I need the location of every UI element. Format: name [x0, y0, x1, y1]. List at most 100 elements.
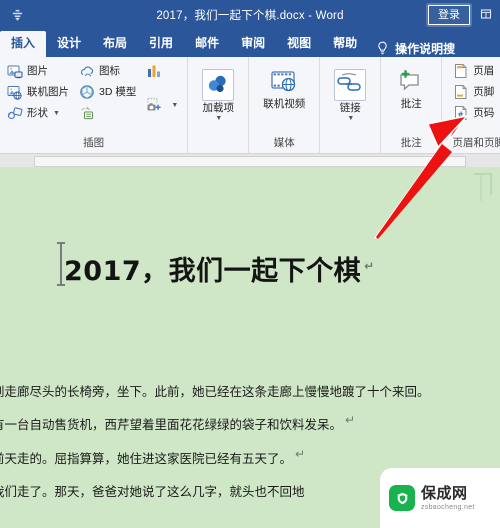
page-number-label: 页码 [473, 107, 495, 119]
online-video-button[interactable]: 联机视频 [254, 66, 314, 113]
ribbon-group-header-footer: 页眉 ▼ 页脚 ▼ [442, 57, 500, 153]
paragraph-text: 前天走的。屈指算算，她住进这家医院已经有五天了。 [0, 451, 293, 467]
icons-label: 图标 [99, 65, 120, 77]
group-label-media: 媒体 [273, 137, 295, 149]
site-watermark: 保成网 zsbaocheng.net [380, 468, 500, 528]
link-label: 链接 [339, 102, 361, 114]
paragraph-mark: ↵ [345, 413, 356, 427]
ribbon-insert-tab-content: 图片 联机图片 形状 ▼ 图标 3D 模型 ▼ 插图 加载项 ▼ 联机视频 媒体… [0, 57, 500, 154]
illustrations-column-2: 图标 3D 模型 [77, 61, 140, 123]
tab-review[interactable]: 审阅 [230, 31, 276, 57]
pictures-button[interactable]: 图片 [5, 61, 73, 81]
ribbon-group-comments: 批注 批注 [381, 57, 443, 153]
page-number-button[interactable]: # 页码 ▼ [451, 103, 500, 123]
quick-access-toolbar-dropdown-icon[interactable] [0, 0, 34, 30]
paragraph-text: 到走廊尽头的长椅旁，坐下。此前，她已经在这条走廊上慢慢地踱了十个来回。 [0, 384, 430, 400]
chevron-down-icon[interactable]: ▼ [347, 115, 354, 122]
chevron-down-icon[interactable]: ▼ [171, 102, 178, 109]
footer-button[interactable]: 页脚 ▼ [451, 82, 500, 102]
group-label-links [325, 150, 375, 153]
tab-view[interactable]: 视图 [276, 31, 322, 57]
online-pictures-button[interactable]: 联机图片 [5, 82, 73, 102]
tab-design[interactable]: 设计 [46, 31, 92, 57]
link-button[interactable]: 链接 ▼ [325, 66, 375, 125]
online-video-icon [270, 69, 298, 97]
group-label-illustrations: 插图 [83, 137, 105, 149]
illustrations-column-1: 图片 联机图片 形状 ▼ [5, 61, 73, 123]
lightbulb-icon [376, 41, 389, 56]
add-ins-label: 加载项 [202, 102, 235, 114]
pictures-label: 图片 [27, 65, 48, 77]
group-label-header-footer: 页眉和页脚 [452, 137, 500, 149]
tab-references[interactable]: 引用 [138, 31, 184, 57]
watermark-site-name: 保成网 [421, 484, 468, 502]
smartart-icon [79, 105, 95, 121]
new-comment-button[interactable]: 批注 [386, 66, 436, 113]
document-heading-text: 2017，我们一起下个棋 [64, 256, 362, 287]
watermark-site-url: zsbaocheng.net [421, 503, 475, 511]
picture-icon [7, 63, 23, 79]
add-ins-icon [202, 69, 235, 101]
screenshot-icon [146, 97, 162, 113]
paragraph-text: 有一台自动售货机，西芹望着里面花花绿绿的袋子和饮料发呆。 [0, 417, 343, 433]
chart-icon [146, 63, 162, 79]
window-title: 2017，我们一起下个棋.docx - Word [156, 10, 344, 22]
3d-model-icon [79, 84, 95, 100]
tab-help[interactable]: 帮助 [322, 31, 368, 57]
text-cursor [57, 242, 65, 286]
screenshot-button[interactable]: ▼ [144, 95, 182, 115]
shapes-label: 形状 [27, 107, 48, 119]
3d-models-label: 3D 模型 [99, 86, 137, 98]
tab-layout[interactable]: 布局 [92, 31, 138, 57]
tell-me-search[interactable]: 操作说明搜 [368, 40, 455, 57]
ribbon-group-media: 联机视频 媒体 [249, 57, 321, 153]
chart-button[interactable] [144, 61, 182, 81]
page-edge-mark [480, 175, 482, 201]
online-picture-icon [7, 84, 23, 100]
page-corner-mark [474, 173, 492, 195]
header-footer-column: 页眉 ▼ 页脚 ▼ [451, 61, 500, 123]
ribbon-tab-strip: 插入 设计 布局 引用 邮件 审阅 视图 帮助 操作说明搜 [0, 30, 500, 57]
document-paragraph: 我们走了。那天，爸爸对她说了这么几字，就头也不回地 [0, 479, 308, 500]
chevron-down-icon[interactable]: ▼ [215, 115, 222, 122]
shapes-button[interactable]: 形状 ▼ [5, 103, 73, 123]
group-label-comments: 批注 [400, 137, 422, 149]
illustrations-column-3: ▼ [144, 61, 182, 115]
online-video-label: 联机视频 [263, 98, 306, 110]
icons-button[interactable]: 图标 [77, 61, 140, 81]
title-bar: 2017，我们一起下个棋.docx - Word 登录 [0, 0, 500, 30]
shapes-icon [7, 105, 23, 121]
title-bar-right-controls: 登录 [428, 5, 500, 25]
restore-window-icon[interactable] [478, 8, 494, 23]
new-comment-icon [397, 69, 425, 97]
svg-text:#: # [458, 110, 464, 118]
page-number-icon: # [453, 105, 469, 121]
paragraph-mark: ↵ [295, 447, 306, 461]
icons-icon [79, 63, 95, 79]
watermark-text: 保成网 zsbaocheng.net [421, 486, 475, 511]
group-label-addins [193, 150, 243, 153]
add-ins-button[interactable]: 加载项 ▼ [193, 66, 243, 125]
3d-models-button[interactable]: 3D 模型 [77, 82, 140, 102]
header-label: 页眉 [473, 65, 495, 77]
footer-label: 页脚 [473, 86, 495, 98]
header-button[interactable]: 页眉 ▼ [451, 61, 500, 81]
word-application-window: 2017，我们一起下个棋.docx - Word 登录 插入 设计 布局 引用 … [0, 0, 500, 528]
document-heading: 2017，我们一起下个棋 ↵ [64, 249, 375, 288]
smartart-button[interactable] [77, 103, 140, 123]
ribbon-group-links: 链接 ▼ [320, 57, 382, 153]
paragraph-mark: ↵ [364, 259, 375, 273]
new-comment-label: 批注 [400, 98, 422, 110]
tab-insert[interactable]: 插入 [0, 31, 47, 57]
ribbon-group-addins: 加载项 ▼ [188, 57, 250, 153]
document-paragraph: 有一台自动售货机，西芹望着里面花花绿绿的袋子和饮料发呆。 ↵ [0, 412, 355, 433]
ribbon-group-illustrations: 图片 联机图片 形状 ▼ 图标 3D 模型 ▼ 插图 [0, 57, 189, 153]
chevron-down-icon[interactable]: ▼ [53, 110, 60, 117]
watermark-logo-icon [389, 485, 415, 511]
document-paragraph: 前天走的。屈指算算，她住进这家医院已经有五天了。 ↵ [0, 446, 305, 467]
tab-mailings[interactable]: 邮件 [184, 31, 230, 57]
sign-in-button[interactable]: 登录 [428, 5, 470, 25]
link-icon [334, 69, 367, 101]
footer-icon [453, 84, 469, 100]
ruler-text-area [34, 156, 466, 167]
